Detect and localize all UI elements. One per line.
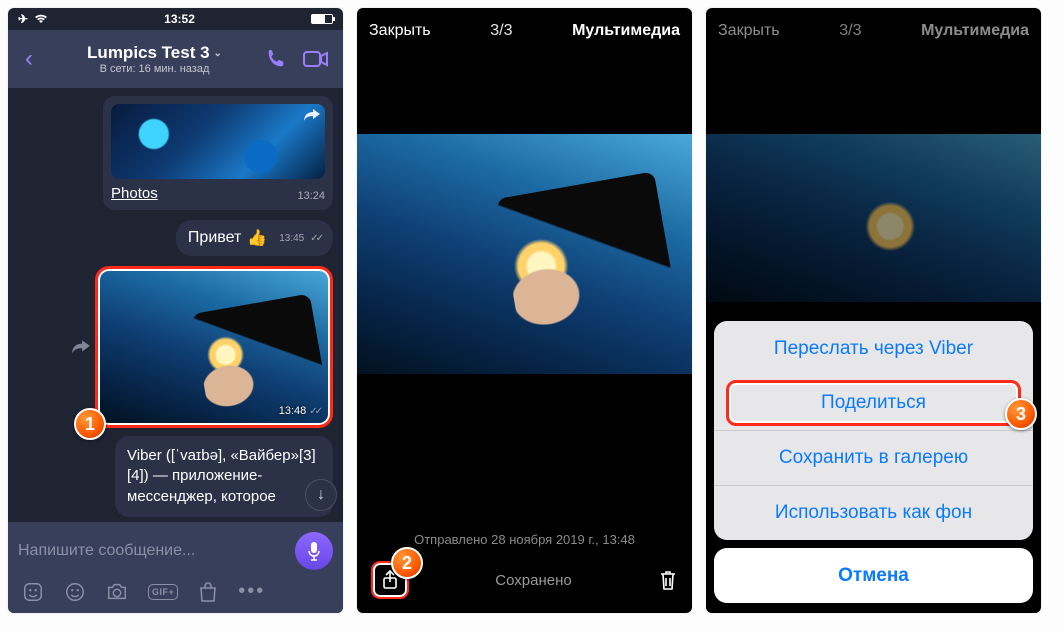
scroll-down-button[interactable]: ↓: [305, 479, 337, 511]
video-call-button[interactable]: [303, 50, 337, 68]
sheet-forward-viber[interactable]: Переслать через Viber: [714, 321, 1033, 376]
chat-title[interactable]: Lumpics Test 3: [87, 43, 210, 63]
action-sheet: Переслать через Viber Поделиться Сохрани…: [706, 321, 1041, 613]
back-button[interactable]: ‹: [14, 45, 44, 73]
link-time: 13:24: [297, 190, 325, 202]
message-composer: Напишите сообщение... GIF+ •••: [8, 522, 343, 613]
viewer-topbar: Закрыть 3/3 Мультимедиа: [357, 8, 692, 54]
close-button[interactable]: Закрыть: [718, 22, 780, 40]
delete-button[interactable]: [658, 569, 678, 591]
sheet-share[interactable]: Поделиться: [726, 380, 1021, 426]
link-label[interactable]: Photos: [111, 185, 158, 202]
shop-icon[interactable]: [198, 581, 218, 603]
media-viewer-screen: Закрыть 3/3 Мультимедиа Отправлено 28 но…: [357, 8, 692, 613]
gif-button[interactable]: GIF+: [148, 584, 178, 600]
voice-message-button[interactable]: [295, 532, 333, 570]
viewer-bottombar: 2 Сохранено: [357, 553, 692, 613]
step-badge-2: 2: [391, 547, 423, 579]
step-badge-1: 1: [74, 408, 106, 440]
viewer-topbar: Закрыть 3/3 Мультимедиа: [706, 8, 1041, 54]
chat-navbar: ‹ Lumpics Test 3 ⌄ В сети: 16 мин. назад: [8, 30, 343, 88]
step-badge-3: 3: [1005, 398, 1037, 430]
media-counter: 3/3: [839, 22, 861, 40]
message-bubble[interactable]: Viber ([ˈvaɪbə], «Вайбер»[3][4]) — прило…: [115, 436, 333, 517]
forward-icon[interactable]: [303, 108, 321, 122]
sheet-save-gallery[interactable]: Сохранить в галерею: [714, 430, 1033, 485]
chat-subtitle: В сети: 16 мин. назад: [48, 63, 261, 75]
more-icon[interactable]: •••: [238, 580, 265, 603]
emoji-icon[interactable]: [64, 581, 86, 603]
read-check-icon: ✓✓: [310, 233, 321, 244]
message-text: Привет: [188, 229, 241, 247]
message-time: 13:45: [279, 233, 304, 244]
media-image[interactable]: [357, 134, 692, 374]
status-bar: ✈ 13:52: [8, 8, 343, 30]
wifi-icon: [34, 14, 48, 24]
chat-body[interactable]: Photos 13:24 Привет 👍 13:45 ✓✓ 13:48 ✓✓: [8, 88, 343, 522]
battery-icon: [311, 14, 333, 24]
photo-time: 13:48: [279, 405, 307, 417]
multimedia-button[interactable]: Мультимедиа: [572, 22, 680, 40]
call-button[interactable]: [265, 48, 299, 70]
saved-label: Сохранено: [495, 572, 571, 589]
action-sheet-screen: Закрыть 3/3 Мультимедиа Переслать через …: [706, 8, 1041, 613]
message-bubble[interactable]: Привет 👍 13:45 ✓✓: [176, 220, 333, 256]
thumbs-up-icon: 👍: [247, 228, 267, 248]
media-counter: 3/3: [490, 22, 512, 40]
media-image-dimmed: [706, 134, 1041, 302]
sheet-cancel[interactable]: Отмена: [714, 548, 1033, 603]
airplane-icon: ✈: [18, 12, 28, 26]
camera-icon[interactable]: [106, 582, 128, 602]
link-preview-card[interactable]: Photos 13:24: [103, 96, 333, 210]
sticker-icon[interactable]: [22, 581, 44, 603]
message-text: Viber ([ˈvaɪbə], «Вайбер»[3][4]) — прило…: [127, 447, 316, 505]
message-input[interactable]: Напишите сообщение...: [18, 542, 287, 560]
photo-message[interactable]: 13:48 ✓✓: [95, 266, 333, 428]
forward-icon[interactable]: [71, 339, 91, 355]
read-check-icon: ✓✓: [309, 406, 320, 417]
sheet-use-wallpaper[interactable]: Использовать как фон: [714, 485, 1033, 540]
clock: 13:52: [164, 12, 195, 26]
link-thumbnail: [111, 104, 325, 179]
close-button[interactable]: Закрыть: [369, 22, 431, 40]
multimedia-button[interactable]: Мультимедиа: [921, 22, 1029, 40]
chat-screen: ✈ 13:52 ‹ Lumpics Test 3 ⌄ В сети: 16 ми…: [8, 8, 343, 613]
chevron-down-icon: ⌄: [214, 48, 222, 59]
